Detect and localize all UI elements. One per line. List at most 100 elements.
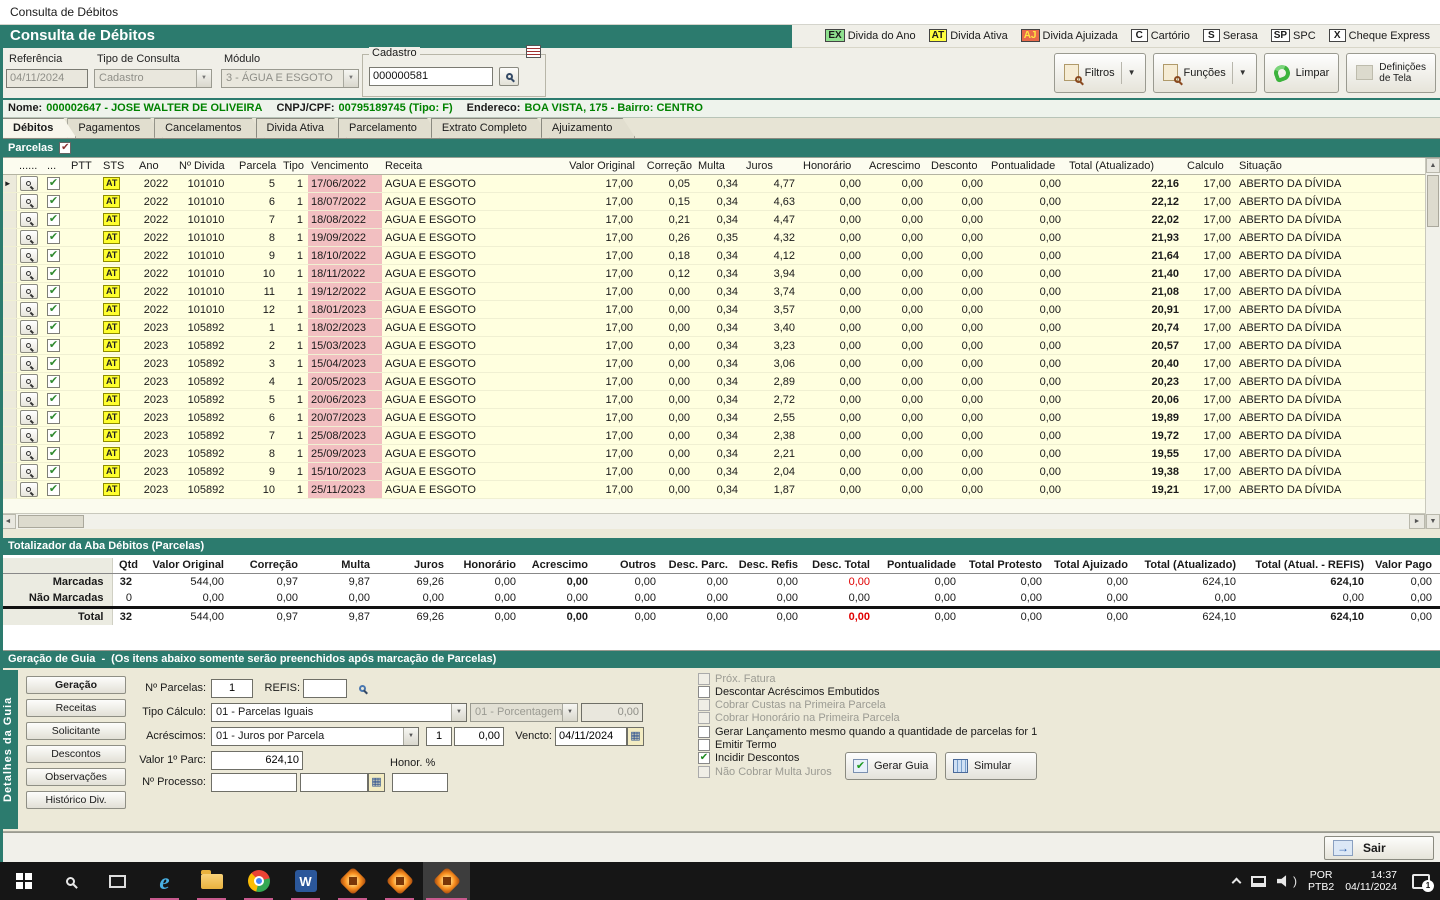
tab-ajuizamento[interactable]: Ajuizamento <box>541 118 636 138</box>
checkbox[interactable] <box>698 725 710 738</box>
processo-input-2[interactable] <box>300 772 368 792</box>
tray-expand-icon[interactable] <box>1231 877 1242 888</box>
start-button[interactable] <box>0 862 47 900</box>
checkbox[interactable] <box>698 685 710 698</box>
tab-cancelamentos[interactable]: Cancelamentos <box>154 118 264 138</box>
scroll-right-button[interactable]: ► <box>1409 513 1425 529</box>
vertical-scroll-thumb[interactable] <box>1427 174 1439 227</box>
taskbar-search-button[interactable] <box>47 862 94 900</box>
row-detail-button[interactable] <box>19 230 38 246</box>
volume-icon[interactable] <box>1276 875 1287 887</box>
acrescimos-select[interactable]: 01 - Juros por Parcela ▼ <box>211 726 419 746</box>
row-checkbox[interactable]: ✔ <box>47 285 60 299</box>
filtros-button[interactable]: Filtros ▼ <box>1053 52 1146 93</box>
tab-parcelamento[interactable]: Parcelamento <box>338 118 440 138</box>
row-detail-button[interactable] <box>19 338 38 354</box>
refis-search-button[interactable] <box>352 679 372 698</box>
row-checkbox[interactable]: ✔ <box>47 447 60 461</box>
geracao-button-gera-o[interactable]: Geração <box>26 675 126 694</box>
checkbox[interactable]: ✔ <box>698 751 710 764</box>
honor-input[interactable] <box>392 772 448 792</box>
clock[interactable]: 14:37 04/11/2024 <box>1345 869 1397 893</box>
row-detail-button[interactable] <box>19 446 38 462</box>
row-detail-button[interactable] <box>19 356 38 372</box>
modulo-select[interactable]: 3 - ÁGUA E ESGOTO ▼ <box>221 68 359 88</box>
row-checkbox[interactable]: ✔ <box>47 393 60 407</box>
row-detail-button[interactable] <box>19 194 38 210</box>
taskbar-ie[interactable]: e <box>141 862 188 900</box>
row-checkbox[interactable]: ✔ <box>47 339 60 353</box>
row-checkbox[interactable]: ✔ <box>47 321 60 335</box>
row-detail-button[interactable] <box>19 320 38 336</box>
row-detail-button[interactable] <box>19 410 38 426</box>
scroll-down-button[interactable]: ▼ <box>1426 513 1440 529</box>
cadastro-input[interactable] <box>369 66 493 86</box>
vencto-input[interactable] <box>555 726 627 746</box>
row-checkbox[interactable]: ✔ <box>47 213 60 227</box>
acrescimos-num-input[interactable] <box>454 726 504 746</box>
row-detail-button[interactable] <box>19 392 38 408</box>
horizontal-scrollbar[interactable]: ◄ ► <box>0 512 1425 529</box>
tab-pagamentos[interactable]: Pagamentos <box>67 118 163 138</box>
row-detail-button[interactable] <box>19 482 38 498</box>
checkbox[interactable] <box>698 672 710 685</box>
gerar-guia-button[interactable]: ✔ Gerar Guia <box>845 751 937 780</box>
row-detail-button[interactable] <box>19 284 38 300</box>
list-icon[interactable] <box>526 44 541 58</box>
taskbar-word[interactable]: W <box>282 862 329 900</box>
refis-input[interactable] <box>303 678 347 698</box>
row-checkbox[interactable]: ✔ <box>47 483 60 497</box>
horizontal-scroll-thumb[interactable] <box>18 514 84 528</box>
taskbar-file-explorer[interactable] <box>188 862 235 900</box>
row-checkbox[interactable]: ✔ <box>47 375 60 389</box>
referencia-input[interactable] <box>6 68 88 88</box>
cadastro-search-button[interactable] <box>499 66 519 86</box>
calendar-icon[interactable]: ▦ <box>627 726 644 746</box>
row-detail-button[interactable] <box>19 212 38 228</box>
row-checkbox[interactable]: ✔ <box>47 357 60 371</box>
checkbox[interactable] <box>698 698 710 711</box>
tab-extrato-completo[interactable]: Extrato Completo <box>431 118 550 138</box>
acrescimos-n-input[interactable] <box>426 726 452 746</box>
tab-débitos[interactable]: Débitos <box>2 118 76 138</box>
language-indicator[interactable]: POR PTB2 <box>1308 869 1334 893</box>
row-detail-button[interactable] <box>19 428 38 444</box>
definicoes-tela-button[interactable]: Definições de Tela <box>1346 52 1436 93</box>
geracao-button-descontos[interactable]: Descontos <box>26 744 126 763</box>
row-detail-button[interactable] <box>19 176 38 192</box>
geracao-button-solicitante[interactable]: Solicitante <box>26 721 126 740</box>
row-detail-button[interactable] <box>19 266 38 282</box>
network-icon[interactable] <box>1250 875 1266 887</box>
tipo-calculo-select[interactable]: 01 - Parcelas Iguais ▼ <box>211 702 467 722</box>
geracao-button-hist-rico-div-[interactable]: Histórico Div. <box>26 790 126 809</box>
row-checkbox[interactable]: ✔ <box>47 195 60 209</box>
row-checkbox[interactable]: ✔ <box>47 465 60 479</box>
n-parcelas-input[interactable] <box>211 678 253 698</box>
taskbar-chrome[interactable] <box>235 862 282 900</box>
row-checkbox[interactable]: ✔ <box>47 249 60 263</box>
geracao-button-observa-es[interactable]: Observações <box>26 767 126 786</box>
sair-button[interactable]: → Sair <box>1324 835 1434 860</box>
calendar-icon[interactable]: ▦ <box>368 772 385 792</box>
limpar-button[interactable]: Limpar <box>1263 52 1340 93</box>
row-checkbox[interactable]: ✔ <box>47 429 60 443</box>
row-detail-button[interactable] <box>19 464 38 480</box>
row-checkbox[interactable]: ✔ <box>47 411 60 425</box>
row-detail-button[interactable] <box>19 248 38 264</box>
taskbar-app-1[interactable] <box>329 862 376 900</box>
row-checkbox[interactable]: ✔ <box>47 177 60 191</box>
notification-icon[interactable]: 1 <box>1412 873 1434 892</box>
taskbar-app-2[interactable] <box>376 862 423 900</box>
tab-divida-ativa[interactable]: Divida Ativa <box>256 118 347 138</box>
funcoes-button[interactable]: Funções ▼ <box>1152 52 1257 93</box>
task-view-button[interactable] <box>94 862 141 900</box>
checkbox[interactable] <box>698 711 710 724</box>
row-checkbox[interactable]: ✔ <box>47 303 60 317</box>
geracao-button-receitas[interactable]: Receitas <box>26 698 126 717</box>
valor-primeira-parcela-input[interactable] <box>211 750 303 770</box>
checkbox[interactable] <box>698 738 710 751</box>
vertical-scrollbar[interactable]: ▲ ▼ <box>1425 157 1440 529</box>
row-detail-button[interactable] <box>19 302 38 318</box>
parcelas-checkbox[interactable]: ✔ <box>59 141 72 154</box>
processo-input-1[interactable] <box>211 772 297 792</box>
